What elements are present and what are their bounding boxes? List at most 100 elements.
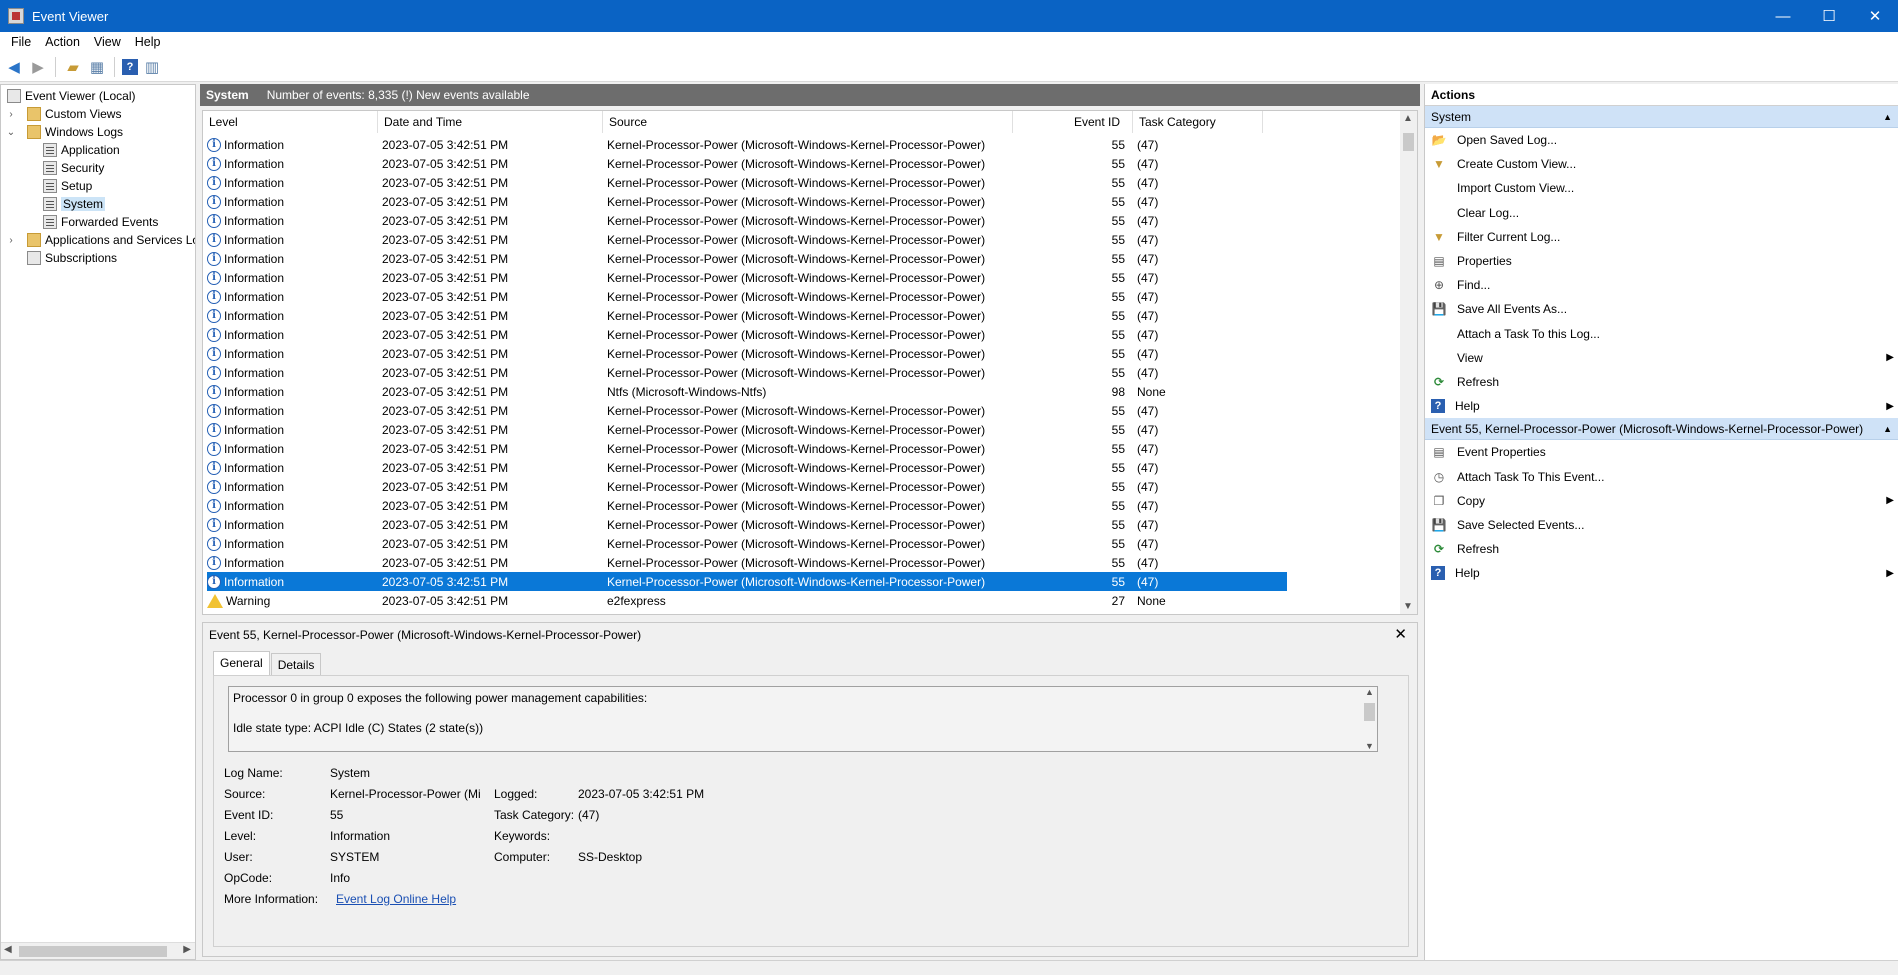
action-item[interactable]: ❐ Copy ▶ <box>1425 489 1898 513</box>
event-row[interactable]: i Information 2023-07-05 3:42:51 PM Kernel-… <box>207 458 1287 477</box>
event-row[interactable]: i Information 2023-07-05 3:42:51 PM Kernel-… <box>207 344 1287 363</box>
collapse-chevron-icon[interactable]: ⌄ <box>5 127 17 138</box>
close-icon[interactable]: ✕ <box>1394 625 1407 643</box>
scroll-down-arrow-icon[interactable]: ▼ <box>1403 601 1413 612</box>
tree-horizontal-scrollbar[interactable]: ◀ ▶ <box>1 942 195 959</box>
tree-item-windows-logs[interactable]: ⌄ Windows Logs <box>5 123 123 141</box>
event-row[interactable]: i Information 2023-07-05 3:42:51 PM Kernel-… <box>207 135 1287 154</box>
event-level: Information <box>224 251 285 266</box>
help-icon[interactable]: ? <box>122 58 138 75</box>
event-level-cell: i Information <box>207 251 382 266</box>
minimize-button[interactable]: — <box>1760 0 1806 32</box>
menu-help[interactable]: Help <box>128 35 168 49</box>
column-header-event-id[interactable]: Event ID <box>1013 111 1133 133</box>
event-row[interactable]: i Information 2023-07-05 3:42:51 PM Kernel-… <box>207 306 1287 325</box>
action-item[interactable]: ▼ Filter Current Log... <box>1425 225 1898 249</box>
expand-chevron-icon[interactable]: › <box>5 235 17 246</box>
scroll-up-arrow-icon[interactable]: ▲ <box>1365 687 1374 697</box>
action-item[interactable]: Clear Log... <box>1425 201 1898 225</box>
column-header-task-category[interactable]: Task Category <box>1133 111 1263 133</box>
event-row[interactable]: i Information 2023-07-05 3:42:51 PM Kernel-… <box>207 230 1287 249</box>
event-row[interactable]: i Information 2023-07-05 3:42:51 PM Kernel-… <box>207 363 1287 382</box>
menu-view[interactable]: View <box>87 35 128 49</box>
event-row[interactable]: i Information 2023-07-05 3:42:51 PM Kernel-… <box>207 401 1287 420</box>
scrollbar-thumb[interactable] <box>1403 133 1414 151</box>
tree-item-security[interactable]: Security <box>43 159 104 177</box>
event-row[interactable]: i Information 2023-07-05 3:42:51 PM Kernel-… <box>207 439 1287 458</box>
menu-action[interactable]: Action <box>38 35 87 49</box>
event-row[interactable]: i Information 2023-07-05 3:42:51 PM Kernel-… <box>207 249 1287 268</box>
event-row[interactable]: i Information 2023-07-05 3:42:51 PM Kernel-… <box>207 515 1287 534</box>
tree-item-application[interactable]: Application <box>43 141 120 159</box>
tree-item-forwarded-events[interactable]: Forwarded Events <box>43 213 158 231</box>
event-row[interactable]: i Information 2023-07-05 3:42:51 PM Kernel-… <box>207 268 1287 287</box>
action-section-header[interactable]: Event 55, Kernel-Processor-Power (Micros… <box>1425 418 1898 441</box>
tree-item-event-viewer-local[interactable]: Event Viewer (Local) <box>5 87 136 105</box>
action-section-header[interactable]: System ▲ <box>1425 106 1898 128</box>
action-item[interactable]: Attach a Task To this Log... <box>1425 322 1898 346</box>
tree-item-applications-and-services[interactable]: › Applications and Services Lo <box>5 231 195 249</box>
event-row[interactable]: i Information 2023-07-05 3:42:51 PM Ntfs (M… <box>207 382 1287 401</box>
scroll-down-arrow-icon[interactable]: ▼ <box>1365 741 1374 751</box>
collapse-caret-icon[interactable]: ▲ <box>1883 418 1892 439</box>
forward-arrow-icon[interactable]: ▶ <box>28 57 48 77</box>
close-window-button[interactable]: ✕ <box>1852 0 1898 32</box>
menu-file[interactable]: File <box>4 35 38 49</box>
column-header-level[interactable]: Level <box>203 111 378 133</box>
action-item[interactable]: ? Help ▶ <box>1425 394 1898 418</box>
action-item[interactable]: ⊕ Find... <box>1425 273 1898 297</box>
scroll-left-arrow-icon[interactable]: ◀ <box>4 944 12 955</box>
description-scrollbar[interactable]: ▲ ▼ <box>1362 687 1377 751</box>
event-row[interactable]: i Information 2023-07-05 3:42:51 PM Kernel-… <box>207 420 1287 439</box>
action-item[interactable]: ◷ Attach Task To This Event... <box>1425 464 1898 488</box>
up-folder-icon[interactable]: ▰ <box>63 57 83 77</box>
event-row[interactable]: i Information 2023-07-05 3:42:51 PM Kernel-… <box>207 477 1287 496</box>
action-item[interactable]: 📂 Open Saved Log... <box>1425 128 1898 152</box>
action-item[interactable]: ? Help ▶ <box>1425 561 1898 585</box>
event-row[interactable]: i Information 2023-07-05 3:42:51 PM Kernel-… <box>207 534 1287 553</box>
event-level: Information <box>224 555 285 570</box>
tree-item-subscriptions[interactable]: Subscriptions <box>5 249 117 267</box>
scroll-right-arrow-icon[interactable]: ▶ <box>183 944 191 955</box>
event-row[interactable]: i Information 2023-07-05 3:42:51 PM Kernel-… <box>207 553 1287 572</box>
action-item[interactable]: Import Custom View... <box>1425 176 1898 200</box>
event-row[interactable]: i Information 2023-07-05 3:42:51 PM Kernel-… <box>207 496 1287 515</box>
action-item[interactable]: ▤ Properties <box>1425 249 1898 273</box>
tab-details[interactable]: Details <box>270 653 322 675</box>
back-arrow-icon[interactable]: ◀ <box>4 57 24 77</box>
tree-item-system[interactable]: System <box>43 195 106 213</box>
scroll-up-arrow-icon[interactable]: ▲ <box>1403 113 1413 124</box>
event-log-online-help-link[interactable]: Event Log Online Help <box>336 892 456 906</box>
column-header-date-time[interactable]: Date and Time <box>378 111 603 133</box>
tab-general[interactable]: General <box>213 651 270 675</box>
action-item[interactable]: ▼ Create Custom View... <box>1425 152 1898 176</box>
tree-item-setup[interactable]: Setup <box>43 177 92 195</box>
column-header-source[interactable]: Source <box>603 111 1013 133</box>
show-hide-action-pane-icon[interactable]: ▥ <box>142 57 162 77</box>
event-row[interactable]: i Information 2023-07-05 3:42:51 PM Kernel-… <box>207 572 1287 591</box>
action-item[interactable]: 💾 Save All Events As... <box>1425 297 1898 321</box>
action-item[interactable]: View ▶ <box>1425 346 1898 370</box>
event-row[interactable]: i Information 2023-07-05 3:42:51 PM Kernel-… <box>207 287 1287 306</box>
event-row[interactable]: Warning 2023-07-05 3:42:51 PM e2fexpress 27… <box>207 591 1287 610</box>
action-item[interactable]: ▤ Event Properties <box>1425 440 1898 464</box>
action-item[interactable]: 💾 Save Selected Events... <box>1425 513 1898 537</box>
scrollbar-thumb[interactable] <box>19 946 167 957</box>
event-row[interactable]: i Information 2023-07-05 3:42:51 PM Kernel-… <box>207 211 1287 230</box>
event-row[interactable]: i Information 2023-07-05 3:42:51 PM Kernel-… <box>207 192 1287 211</box>
scrollbar-thumb[interactable] <box>1364 703 1375 721</box>
maximize-button[interactable]: ☐ <box>1806 0 1852 32</box>
event-list-vertical-scrollbar[interactable]: ▲ ▼ <box>1400 111 1417 614</box>
event-row[interactable]: i Information 2023-07-05 3:42:51 PM Kernel-… <box>207 154 1287 173</box>
event-task-category: (47) <box>1137 460 1159 475</box>
event-list: Level Date and Time Source Event ID Task… <box>202 110 1418 615</box>
collapse-caret-icon[interactable]: ▲ <box>1883 106 1892 127</box>
action-item[interactable]: ⟳ Refresh <box>1425 537 1898 561</box>
action-item[interactable]: ⟳ Refresh <box>1425 370 1898 394</box>
show-hide-tree-icon[interactable]: ▦ <box>87 57 107 77</box>
event-row[interactable]: i Information 2023-07-05 3:42:51 PM Kernel-… <box>207 173 1287 192</box>
event-row[interactable]: i Information 2023-07-05 3:42:51 PM Kernel-… <box>207 325 1287 344</box>
event-description[interactable]: Processor 0 in group 0 exposes the follo… <box>228 686 1378 752</box>
expand-chevron-icon[interactable]: › <box>5 109 17 120</box>
tree-item-custom-views[interactable]: › Custom Views <box>5 105 121 123</box>
